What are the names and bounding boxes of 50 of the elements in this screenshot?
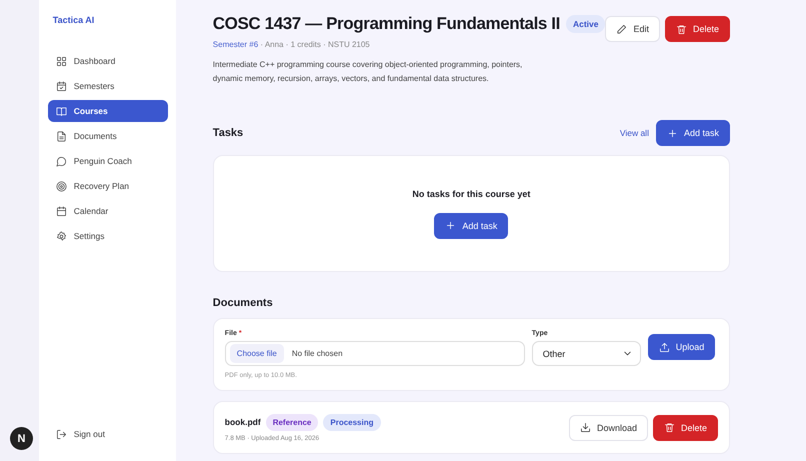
sidebar-item[interactable]: Semesters [48,75,168,97]
chat-bubble-icon [56,156,67,166]
course-meta: Semester #6 · Anna · 1 credits · NSTU 2105 [212,40,371,49]
tag: Processing [323,414,381,430]
sidebar-item[interactable]: Dashboard [48,50,168,72]
view-all-link[interactable]: View all [620,128,649,138]
book-icon [56,106,67,116]
sidebar-item[interactable]: Penguin Coach [48,150,168,172]
download-button[interactable]: Download [568,414,648,440]
dev-badge[interactable]: N [10,427,33,450]
type-select[interactable]: Other [532,341,641,366]
document-icon [56,130,67,142]
choose-file-button[interactable]: Choose file [230,344,284,363]
settings-icon [56,230,67,242]
sign-out-icon [56,428,67,440]
file-status: No file chosen [292,349,343,358]
add-task-button[interactable]: Add task [656,120,730,146]
section-heading: Documents [212,297,273,309]
delete-button[interactable]: Delete [664,16,730,42]
plus-icon [666,128,678,138]
semester-link[interactable]: Semester #6 [212,40,258,49]
sidebar-item[interactable]: Recovery Plan [48,175,168,197]
grid-icon [56,56,67,66]
calendar-icon [56,206,67,216]
trash-icon [676,24,687,34]
tag: Reference [266,414,318,430]
pencil-icon [616,24,628,34]
edit-button[interactable]: Edit [605,16,660,42]
sidebar-item[interactable]: Calendar [48,200,168,222]
sign-out-link[interactable]: Sign out [48,423,168,445]
sidebar-item[interactable]: Courses [48,100,168,122]
add-task-button[interactable]: Add task [434,212,508,238]
file-input-field[interactable]: Choose file No file chosen [224,341,525,366]
empty-message: No tasks for this course yet [412,188,530,198]
section-heading: Tasks [212,127,244,139]
course-description: Intermediate C++ programming course covering object-oriented programming, pointers, dynamic memory, recursion, arrays, vectors, and fundamental data structures. [212,59,524,85]
status-badge: Active [566,15,606,33]
target-icon [56,180,67,192]
sidebar-item[interactable]: Documents [48,125,168,147]
calendar-icon [56,80,67,92]
delete-button[interactable]: Delete [652,414,718,440]
download-icon [580,422,591,433]
course-title: COSC 1437 — Programming Fundamentals II [212,14,560,34]
plus-icon [445,220,456,231]
upload-button[interactable]: Upload [648,334,716,360]
trash-icon [664,422,675,433]
file-name: book.pdf [224,417,261,427]
brand-name: Tactica AI [52,15,96,25]
sidebar-item[interactable]: Settings [48,225,168,247]
upload-icon [658,342,670,352]
